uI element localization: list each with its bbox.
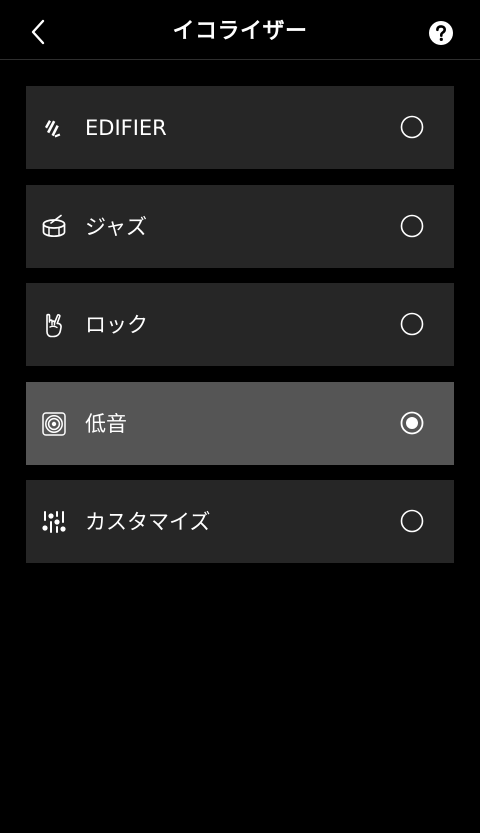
preset-item-jazz[interactable]: ジャズ — [26, 184, 454, 268]
speaker-icon — [42, 411, 66, 436]
preset-item-bass[interactable]: 低音 — [26, 381, 454, 465]
page-title: イコライザー — [172, 19, 308, 44]
header-bar: イコライザー — [0, 0, 480, 60]
radio-unselected-icon[interactable] — [400, 509, 424, 533]
preset-item-rock[interactable]: ロック — [26, 283, 454, 366]
sliders-icon — [42, 511, 66, 533]
preset-item-edifier[interactable]: EDIFIER — [26, 86, 454, 169]
edifier-logo-icon — [45, 120, 61, 138]
radio-unselected-icon[interactable] — [400, 312, 424, 336]
preset-label: ジャズ — [85, 214, 147, 239]
radio-selected-icon[interactable] — [400, 411, 424, 435]
radio-unselected-icon[interactable] — [400, 214, 424, 238]
preset-label: 低音 — [85, 411, 127, 436]
preset-label: EDIFIER — [85, 116, 167, 140]
preset-label: カスタマイズ — [85, 510, 211, 534]
preset-label: ロック — [85, 313, 148, 337]
help-icon — [429, 21, 453, 45]
help-button[interactable] — [428, 20, 454, 46]
rock-hand-icon — [46, 313, 62, 338]
preset-item-custom[interactable]: カスタマイズ — [26, 480, 454, 563]
drum-icon — [42, 214, 66, 237]
radio-unselected-icon[interactable] — [400, 115, 424, 139]
equalizer-preset-list: EDIFIER ジャズ ロック 低音 カスタマイズ — [26, 86, 454, 579]
